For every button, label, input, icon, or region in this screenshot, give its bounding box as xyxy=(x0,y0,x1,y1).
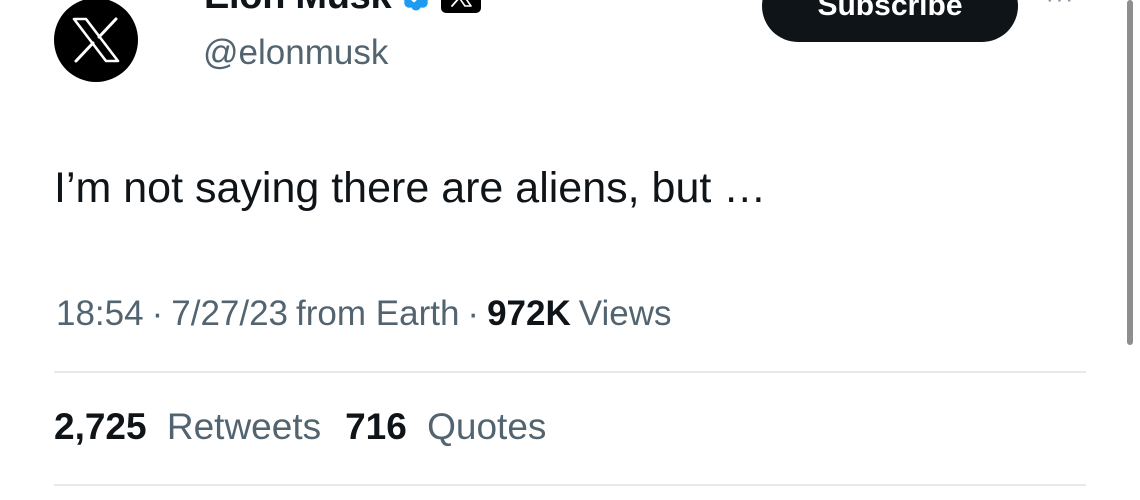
author-display-name[interactable]: Elon Musk xyxy=(204,0,392,18)
x-affiliation-badge-icon[interactable] xyxy=(441,0,482,13)
views-count: 972K xyxy=(487,294,571,333)
author-name-row: Elon Musk xyxy=(204,0,482,20)
divider xyxy=(54,371,1086,373)
views-label: Views xyxy=(578,294,672,333)
meta-separator: · xyxy=(151,294,164,333)
quotes-count: 716 xyxy=(345,406,407,447)
quotes-stat[interactable]: 716 Quotes xyxy=(345,406,546,448)
tweet-text: I’m not saying there are aliens, but … xyxy=(54,164,767,212)
x-logo-icon xyxy=(72,17,120,63)
more-options-icon[interactable]: ··· xyxy=(1040,0,1080,11)
tweet-time[interactable]: 18:54 xyxy=(56,294,144,334)
subscribe-button[interactable]: Subscribe xyxy=(762,0,1018,42)
divider xyxy=(54,484,1086,486)
author-handle[interactable]: @elonmusk xyxy=(203,33,388,73)
tweet-source: from Earth xyxy=(296,294,460,333)
quotes-label: Quotes xyxy=(427,406,547,447)
avatar[interactable] xyxy=(54,0,138,82)
meta-separator: · xyxy=(467,294,480,333)
scrollbar[interactable] xyxy=(1127,0,1133,345)
retweets-stat[interactable]: 2,725 Retweets xyxy=(54,406,321,448)
retweets-count: 2,725 xyxy=(54,406,147,447)
tweet-stats: 2,725 Retweets 716 Quotes xyxy=(54,406,546,448)
tweet-date[interactable]: 7/27/23 xyxy=(171,294,288,334)
retweets-label: Retweets xyxy=(166,406,322,447)
tweet-meta: 18:54 · 7/27/23 from Earth · 972K Views xyxy=(56,294,671,334)
verified-badge-icon xyxy=(399,0,433,13)
